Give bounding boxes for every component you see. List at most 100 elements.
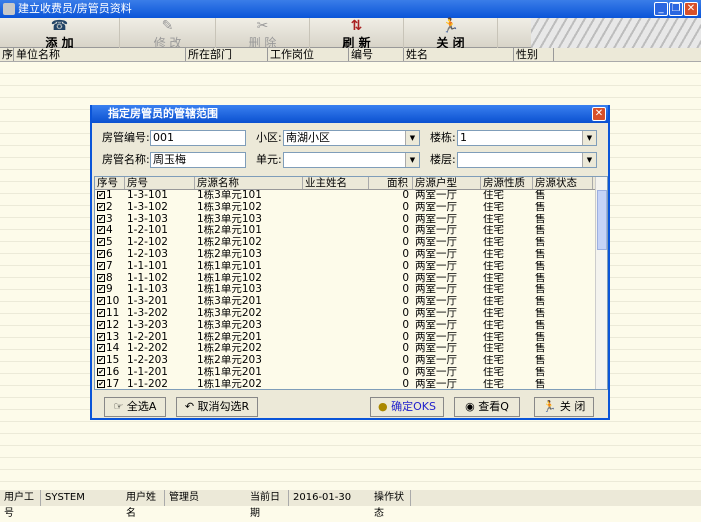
cell-text: 1-3-201 [127,296,168,308]
table-row[interactable]: ✔ 1 1-3-101 1栋3单元101 0 两室一厅 住宅售 [95,190,607,202]
table-cell [303,355,369,367]
col-header[interactable]: 房源性质 [481,177,533,189]
col-header[interactable]: 序号 [95,177,125,189]
maximize-button[interactable]: ❐ [669,2,683,16]
row-checkbox[interactable]: ✔ [97,344,105,353]
chevron-down-icon[interactable]: ▼ [582,153,596,167]
cell-text: 住宅 [483,201,504,213]
floor-select[interactable]: ▼ [457,152,597,168]
table-cell: 售 [533,273,593,285]
cell-text: 两室一厅 [415,296,457,308]
table-row[interactable]: ✔ 14 1-2-202 1栋2单元202 0 两室一厅 住宅售 [95,343,607,355]
cell-text: 0 [402,355,409,367]
table-row[interactable]: ✔ 8 1-1-102 1栋1单元102 0 两室一厅 住宅售 [95,273,607,285]
dialog-close-action-button[interactable]: 🏃 关 闭 [534,397,594,417]
col-header[interactable]: 房源户型 [413,177,481,189]
table-cell: 1栋2单元201 [195,332,303,344]
col-header[interactable]: 编号 [349,48,404,61]
row-checkbox[interactable]: ✔ [97,226,105,235]
area-select[interactable]: 南湖小区 ▼ [283,130,420,146]
dialog-close-button[interactable]: ✕ [592,107,606,121]
cell-text: 1-2-103 [127,248,168,260]
table-body: ✔ 1 1-3-101 1栋3单元101 0 两室一厅 住宅售 ✔ 2 1-3-102 1栋3单元1… [95,190,607,389]
delete-button[interactable]: ✂ 删 除 [216,18,310,50]
row-checkbox[interactable]: ✔ [97,214,105,223]
table-row[interactable]: ✔ 4 1-2-101 1栋2单元101 0 两室一厅 住宅售 [95,225,607,237]
col-header[interactable]: 房号 [125,177,195,189]
col-header[interactable]: 房源名称 [195,177,303,189]
building-select[interactable]: 1 ▼ [457,130,597,146]
table-row[interactable]: ✔ 9 1-1-103 1栋1单元103 0 两室一厅 住宅售 [95,284,607,296]
refresh-button[interactable]: ⇅ 刷 新 [310,18,404,50]
minimize-button[interactable]: _ [654,2,668,16]
table-row[interactable]: ✔ 10 1-3-201 1栋3单元201 0 两室一厅 住宅售 [95,296,607,308]
row-checkbox[interactable]: ✔ [97,297,105,306]
cell-text: 两室一厅 [415,366,457,378]
table-row[interactable]: ✔ 12 1-3-203 1栋3单元203 0 两室一厅 住宅售 [95,320,607,332]
col-header[interactable]: 性别 [514,48,554,61]
table-row[interactable]: ✔ 5 1-2-102 1栋2单元102 0 两室一厅 住宅售 [95,237,607,249]
row-checkbox[interactable]: ✔ [97,285,105,294]
close-button[interactable]: 🏃 关 闭 [404,18,498,50]
deselect-button[interactable]: ↶ 取消勾选R [176,397,258,417]
table-cell: 1栋2单元101 [195,225,303,237]
scroll-thumb[interactable] [597,190,607,250]
col-header[interactable]: 工作岗位 [268,48,349,61]
table-cell: ✔ 1 [95,190,125,202]
chevron-down-icon[interactable]: ▼ [405,131,419,145]
row-checkbox[interactable]: ✔ [97,320,105,329]
table-row[interactable]: ✔ 11 1-3-202 1栋3单元202 0 两室一厅 住宅售 [95,308,607,320]
table-row[interactable]: ✔ 3 1-3-103 1栋3单元103 0 两室一厅 住宅售 [95,214,607,226]
table-row[interactable]: ✔ 6 1-2-103 1栋2单元103 0 两室一厅 住宅售 [95,249,607,261]
col-header[interactable]: 业主姓名 [303,177,369,189]
cell-text: 1栋3单元102 [197,201,262,213]
cell-text: 售 [535,284,546,296]
row-checkbox[interactable]: ✔ [97,356,105,365]
col-header[interactable]: 序号 [0,48,14,75]
table-row[interactable]: ✔ 16 1-1-201 1栋1单元201 0 两室一厅 住宅售 [95,367,607,379]
cell-text: 1-3-203 [127,319,168,331]
cell-text: 15 [106,355,120,367]
table-row[interactable]: ✔ 2 1-3-102 1栋3单元102 0 两室一厅 住宅售 [95,202,607,214]
view-button[interactable]: ◉ 查看Q [454,397,520,417]
ok-button[interactable]: ● 确定OKS [370,397,444,417]
table-row[interactable]: ✔ 17 1-1-202 1栋1单元202 0 两室一厅 住宅售 [95,379,607,389]
col-header[interactable]: 单位名称 [14,48,186,61]
unit-select[interactable]: ▼ [283,152,420,168]
vertical-scrollbar[interactable] [595,177,607,389]
row-checkbox[interactable]: ✔ [97,332,105,341]
name-input[interactable]: 周玉梅 [150,152,246,168]
cell-text: 1-2-202 [127,343,168,355]
chevron-down-icon[interactable]: ▼ [582,131,596,145]
row-checkbox[interactable]: ✔ [97,191,105,199]
col-header[interactable]: 房源状态 [533,177,593,189]
add-button[interactable]: ☎ 添 加 [0,18,120,50]
table-cell: 两室一厅 [413,261,481,273]
table-cell [303,308,369,320]
code-input[interactable]: 001 [150,130,246,146]
table-row[interactable]: ✔ 7 1-1-101 1栋1单元101 0 两室一厅 住宅售 [95,261,607,273]
row-checkbox[interactable]: ✔ [97,249,105,258]
col-header[interactable]: 所在部门 [186,48,268,61]
table-row[interactable]: ✔ 13 1-2-201 1栋2单元201 0 两室一厅 住宅售 [95,332,607,344]
row-checkbox[interactable]: ✔ [97,379,105,388]
table-cell: 1栋1单元101 [195,261,303,273]
table-row[interactable]: ✔ 15 1-2-203 1栋2单元203 0 两室一厅 住宅售 [95,355,607,367]
row-checkbox[interactable]: ✔ [97,367,105,376]
row-checkbox[interactable]: ✔ [97,202,105,211]
col-header[interactable]: 面积 [369,177,413,189]
edit-button[interactable]: ✎ 修 改 [120,18,216,50]
cell-text: 1栋2单元102 [197,237,262,249]
close-window-button[interactable]: ✕ [684,2,698,16]
select-all-button[interactable]: ☞ 全选A [104,397,166,417]
chevron-down-icon[interactable]: ▼ [405,153,419,167]
cell-text: 1栋2单元203 [197,355,262,367]
row-checkbox[interactable]: ✔ [97,261,105,270]
row-checkbox[interactable]: ✔ [97,238,105,247]
row-checkbox[interactable]: ✔ [97,308,105,317]
close-action-label: 关 闭 [559,400,586,413]
table-cell: 两室一厅 [413,343,481,355]
running-man-icon: 🏃 [542,400,557,413]
col-header[interactable]: 姓名 [404,48,514,61]
row-checkbox[interactable]: ✔ [97,273,105,282]
